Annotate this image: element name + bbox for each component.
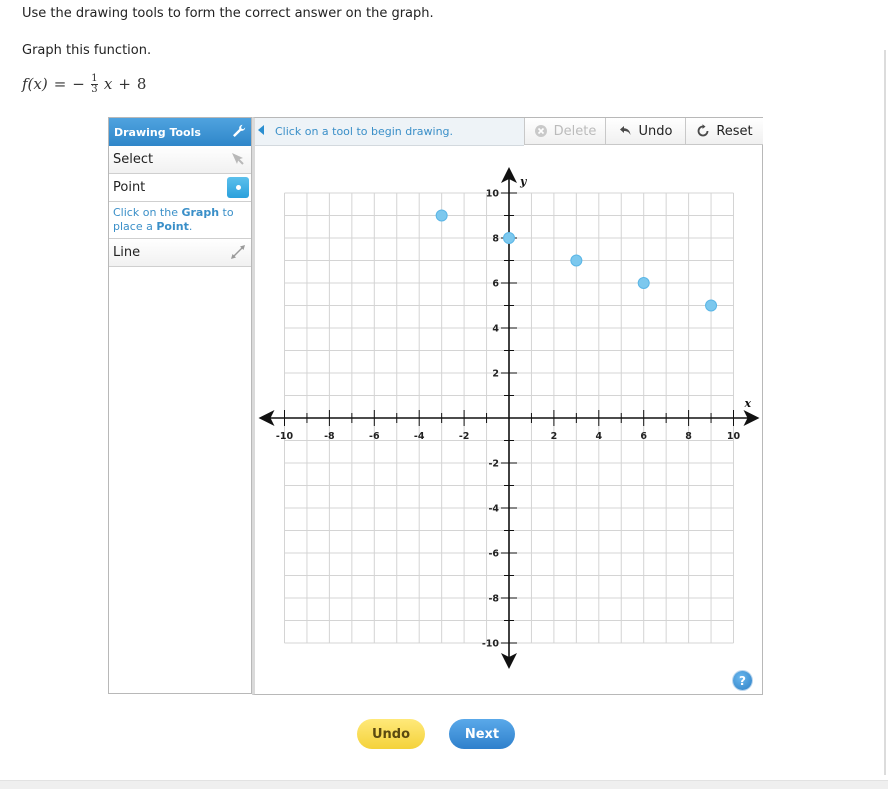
x-tick-label: 2 — [551, 431, 558, 442]
y-tick-label: 2 — [492, 369, 499, 380]
x-tick-label: 4 — [595, 431, 602, 442]
x-tick-label: -10 — [276, 431, 294, 442]
y-tick-label: -2 — [488, 459, 499, 470]
plotted-point — [705, 299, 718, 312]
x-tick-label: -8 — [324, 431, 335, 442]
y-tick-label: -4 — [488, 504, 499, 515]
x-tick-label: -4 — [414, 431, 425, 442]
y-tick-label: 6 — [492, 279, 499, 290]
coordinate-plane[interactable]: -10 -8 -6 -4 -2 2 4 6 8 10 10 8 6 4 2 -2 -4 -6 -8 -10 x y — [0, 0, 888, 788]
x-tick-label: 10 — [727, 431, 741, 442]
help-icon[interactable]: ? — [733, 671, 752, 690]
undo-button[interactable]: Undo — [357, 719, 425, 749]
plotted-point — [503, 232, 515, 244]
y-tick-label: 8 — [492, 234, 499, 245]
x-tick-label: -6 — [369, 431, 380, 442]
plotted-point — [637, 277, 650, 289]
y-tick-label: -8 — [488, 594, 499, 605]
plotted-point — [435, 209, 448, 222]
x-tick-label: -2 — [459, 431, 470, 442]
x-tick-label: 8 — [685, 431, 692, 442]
x-axis-label: x — [744, 397, 752, 410]
plotted-point — [570, 254, 583, 267]
y-tick-label: 10 — [486, 189, 500, 200]
y-tick-label: -6 — [488, 549, 499, 560]
next-button[interactable]: Next — [449, 719, 515, 749]
y-tick-label: -10 — [482, 639, 500, 650]
x-tick-label: 6 — [640, 431, 647, 442]
y-tick-label: 4 — [492, 324, 499, 335]
y-axis-label: y — [519, 175, 528, 188]
